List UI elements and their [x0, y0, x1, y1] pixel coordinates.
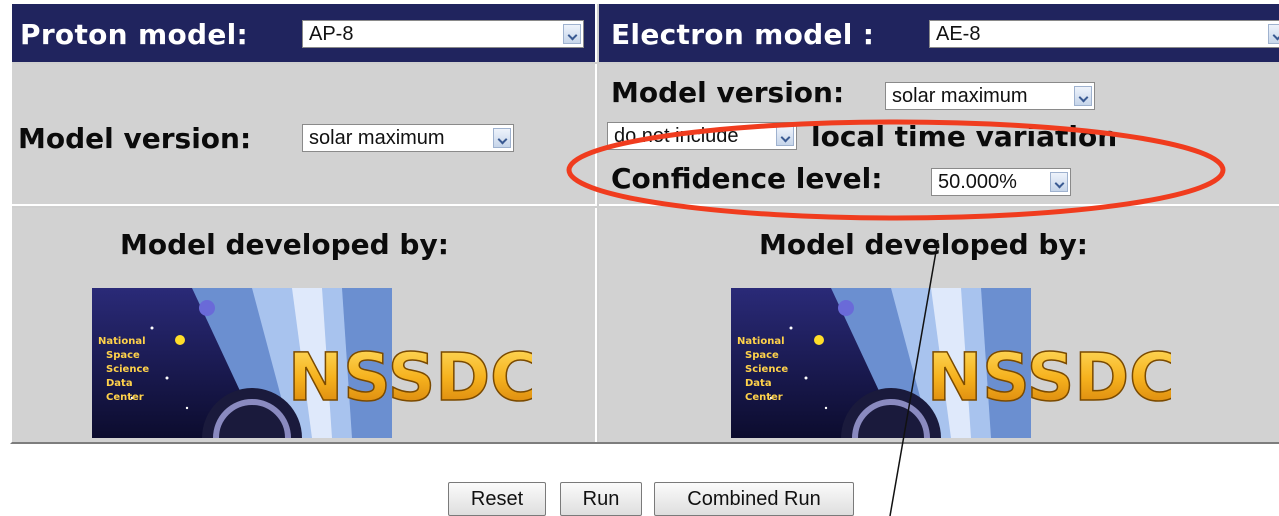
electron-model-select[interactable]: AE-8 — [929, 20, 1279, 48]
logo-line-5: Center — [745, 392, 783, 403]
reset-button[interactable]: Reset — [448, 482, 546, 516]
chevron-down-icon[interactable] — [1074, 86, 1092, 106]
proton-version-value: solar maximum — [309, 127, 445, 149]
electron-developer-panel: Model developed by: National Space Scien… — [599, 208, 1279, 442]
chevron-down-icon[interactable] — [776, 126, 794, 146]
proton-version-panel: Model version: solar maximum — [12, 64, 597, 206]
run-button[interactable]: Run — [560, 482, 642, 516]
logo-line-2: Space — [745, 350, 779, 361]
chevron-down-icon[interactable] — [563, 24, 581, 44]
electron-model-value: AE-8 — [936, 23, 981, 45]
confidence-level-select[interactable]: 50.000% — [931, 168, 1071, 196]
logo-line-4: Data — [106, 378, 133, 389]
logo-line-2: Space — [106, 350, 140, 361]
logo-line-1: National — [737, 336, 785, 347]
logo-line-3: Science — [106, 364, 149, 375]
proton-model-select[interactable]: AP-8 — [302, 20, 584, 48]
proton-version-select[interactable]: solar maximum — [302, 124, 514, 152]
proton-header: Proton model: AP-8 — [12, 4, 597, 62]
proton-developed-label: Model developed by: — [120, 228, 449, 261]
local-time-label: local time variation — [811, 120, 1118, 153]
proton-model-value: AP-8 — [309, 23, 354, 45]
electron-version-label: Model version: — [611, 76, 845, 109]
logo-wordmark: NSSDC — [288, 339, 532, 416]
nssdc-logo: National Space Science Data Center NSSDC — [731, 288, 1171, 438]
local-time-select[interactable]: do not include — [607, 122, 797, 150]
electron-model-title: Electron model : — [611, 18, 875, 51]
logo-line-1: National — [98, 336, 146, 347]
proton-developer-panel: Model developed by: National Space Scien… — [12, 208, 597, 442]
electron-developed-label: Model developed by: — [759, 228, 1088, 261]
electron-version-value: solar maximum — [892, 85, 1028, 107]
proton-version-label: Model version: — [18, 122, 252, 155]
electron-version-select[interactable]: solar maximum — [885, 82, 1095, 110]
combined-run-button[interactable]: Combined Run — [654, 482, 854, 516]
logo-line-4: Data — [745, 378, 772, 389]
proton-model-title: Proton model: — [20, 18, 249, 51]
confidence-level-value: 50.000% — [938, 171, 1017, 193]
electron-header: Electron model : AE-8 — [599, 4, 1279, 62]
chevron-down-icon[interactable] — [1268, 24, 1279, 44]
chevron-down-icon[interactable] — [1050, 172, 1068, 192]
local-time-value: do not include — [614, 125, 739, 147]
confidence-level-label: Confidence level: — [611, 162, 883, 195]
electron-version-panel: Model version: solar maximum do not incl… — [599, 64, 1279, 206]
logo-wordmark: NSSDC — [927, 339, 1171, 416]
chevron-down-icon[interactable] — [493, 128, 511, 148]
model-grid: Proton model: AP-8 Electron model : AE-8… — [10, 4, 1279, 444]
nssdc-logo: National Space Science Data Center NSSDC — [92, 288, 532, 438]
logo-line-3: Science — [745, 364, 788, 375]
logo-line-5: Center — [106, 392, 144, 403]
